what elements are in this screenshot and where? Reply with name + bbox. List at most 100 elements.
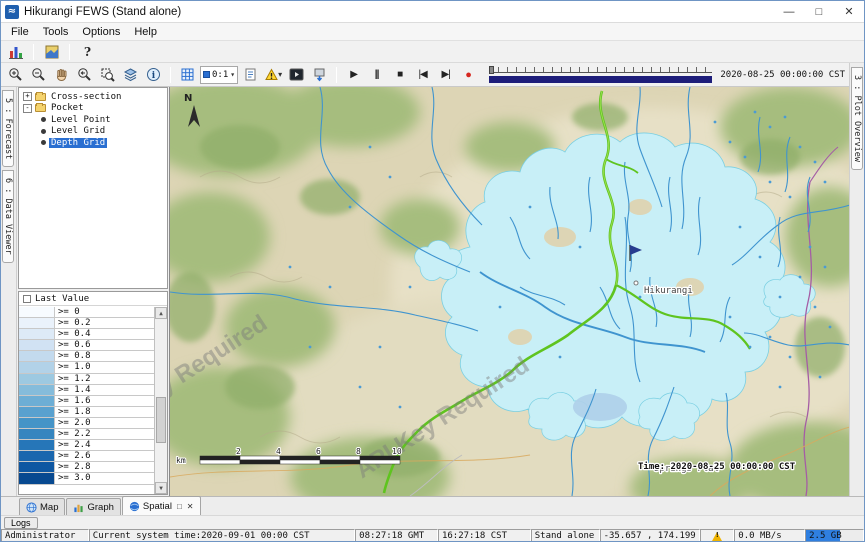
thresholds-dropdown-button[interactable]: ▾	[263, 65, 284, 85]
play-button[interactable]: ▶	[343, 65, 364, 85]
legend-row[interactable]: >= 1.0	[19, 362, 154, 373]
legend-label: >= 2.8	[55, 462, 154, 472]
layers-button[interactable]	[120, 65, 141, 85]
minimize-button[interactable]: —	[774, 1, 804, 22]
scrollbar-thumb[interactable]	[156, 397, 166, 443]
step-forward-button[interactable]: ▶|	[435, 65, 456, 85]
legend-row[interactable]: >= 2.2	[19, 429, 154, 440]
legend-swatch	[19, 429, 55, 439]
window-title: Hikurangi FEWS (Stand alone)	[24, 6, 181, 18]
export-animation-button[interactable]	[309, 65, 330, 85]
legend-row[interactable]: >= 1.6	[19, 396, 154, 407]
svg-text:km: km	[176, 456, 186, 465]
record-button[interactable]: ●	[458, 65, 479, 85]
close-button[interactable]: ✕	[834, 1, 864, 22]
menu-file[interactable]: File	[4, 25, 36, 39]
legend-header-label: Last Value	[35, 294, 89, 304]
panel-close-icon[interactable]: ✕	[187, 502, 194, 511]
status-local-time: 16:27:18 CST	[438, 529, 531, 542]
legend-label: >= 2.6	[55, 451, 154, 461]
legend-row[interactable]: >= 2.0	[19, 418, 154, 429]
globe-icon	[26, 502, 37, 513]
status-memory[interactable]: 2.5 GB	[805, 529, 864, 542]
status-warning-cell[interactable]: !	[700, 529, 734, 542]
legend-row[interactable]: >= 0	[19, 307, 154, 318]
menu-tools[interactable]: Tools	[36, 25, 76, 39]
tab-plot-overview[interactable]: 3 : Plot Overview	[851, 67, 863, 170]
class-breaks-dropdown[interactable]: 0:1 ▾	[200, 66, 238, 84]
panel-restore-icon[interactable]: □	[177, 502, 182, 511]
animation-window-button[interactable]	[286, 65, 307, 85]
collapse-icon[interactable]: -	[23, 104, 32, 113]
pan-button[interactable]	[51, 65, 72, 85]
tree-item-level-grid[interactable]: Level Grid	[19, 126, 167, 138]
menu-options[interactable]: Options	[75, 25, 127, 39]
legend-row[interactable]: >= 1.4	[19, 385, 154, 396]
maximize-button[interactable]: □	[804, 1, 834, 22]
svg-text:N: N	[184, 93, 192, 104]
legend-row[interactable]: >= 2.6	[19, 451, 154, 462]
last-value-checkbox[interactable]	[23, 295, 31, 303]
scroll-down-icon[interactable]: ▼	[155, 482, 167, 494]
legend-row[interactable]: >= 1.8	[19, 407, 154, 418]
legend-row[interactable]: >= 0.6	[19, 340, 154, 351]
menu-bar: File Tools Options Help	[1, 23, 864, 41]
tree-item-pocket[interactable]: - Pocket	[19, 103, 167, 115]
layer-bullet-icon	[41, 129, 46, 134]
town-point	[634, 281, 638, 285]
tab-graph[interactable]: Graph	[66, 498, 120, 515]
help-button[interactable]: ?	[77, 42, 98, 62]
legend-swatch	[19, 407, 55, 417]
status-gmt-time: 08:27:18 GMT	[355, 529, 438, 542]
grid-display-button[interactable]	[177, 65, 198, 85]
legend-row[interactable]: >= 3.0	[19, 473, 154, 484]
expand-icon[interactable]: +	[23, 92, 32, 101]
timeline-range-bar[interactable]	[489, 76, 712, 83]
class-color-icon	[203, 71, 210, 78]
zoom-previous-button[interactable]	[74, 65, 95, 85]
legend-row[interactable]: >= 0.4	[19, 329, 154, 340]
map-display-button[interactable]	[41, 42, 62, 62]
tab-map[interactable]: Map	[19, 498, 65, 515]
legend-row[interactable]: >= 0.8	[19, 351, 154, 362]
left-tab-strip: 5 : Forecast 6 : Data Viewer	[1, 87, 17, 496]
pause-button[interactable]: ||	[366, 65, 387, 85]
timeline-slider[interactable]	[489, 66, 712, 84]
step-back-button[interactable]: |◀	[412, 65, 433, 85]
tab-forecast[interactable]: 5 : Forecast	[2, 90, 14, 167]
zoom-extent-button[interactable]	[97, 65, 118, 85]
map-canvas[interactable]: API Key Required API Key Required Hikura…	[169, 87, 849, 496]
tree-item-level-point[interactable]: Level Point	[19, 114, 167, 126]
stop-button[interactable]: ■	[389, 65, 410, 85]
legend-label: >= 1.2	[55, 374, 154, 384]
legend-swatch	[19, 462, 55, 472]
explorer-button[interactable]	[5, 42, 26, 62]
help-icon: ?	[84, 45, 91, 59]
town-label: Hikurangi	[644, 286, 693, 296]
legend-scrollbar[interactable]: ▲ ▼	[154, 307, 167, 494]
profile-button[interactable]	[240, 65, 261, 85]
zoom-out-button[interactable]	[28, 65, 49, 85]
zoom-in-button[interactable]	[5, 65, 26, 85]
info-button[interactable]: i	[143, 65, 164, 85]
pause-icon: ||	[375, 69, 379, 80]
legend-label: >= 1.8	[55, 407, 154, 417]
tree-item-cross-section[interactable]: + Cross-section	[19, 91, 167, 103]
timeline-handle[interactable]	[489, 66, 494, 74]
scroll-up-icon[interactable]: ▲	[155, 307, 167, 319]
logs-button[interactable]: Logs	[4, 517, 38, 529]
svg-text:i: i	[152, 71, 156, 81]
tree-item-depth-grid[interactable]: Depth Grid	[19, 137, 167, 149]
legend-row[interactable]: >= 2.4	[19, 440, 154, 451]
legend-row[interactable]: >= 0.2	[19, 318, 154, 329]
tab-data-viewer[interactable]: 6 : Data Viewer	[2, 170, 14, 263]
map-toolbar: i 0:1 ▾ ▾	[1, 63, 849, 87]
title-bar[interactable]: ≈ Hikurangi FEWS (Stand alone) — □ ✕	[1, 1, 864, 23]
menu-help[interactable]: Help	[127, 25, 164, 39]
legend-swatch	[19, 340, 55, 350]
tree-item-label: Cross-section	[49, 92, 123, 102]
tab-spatial[interactable]: Spatial □ ✕	[122, 496, 201, 515]
legend-row[interactable]: >= 1.2	[19, 374, 154, 385]
legend-swatch	[19, 307, 55, 317]
legend-row[interactable]: >= 2.8	[19, 462, 154, 473]
